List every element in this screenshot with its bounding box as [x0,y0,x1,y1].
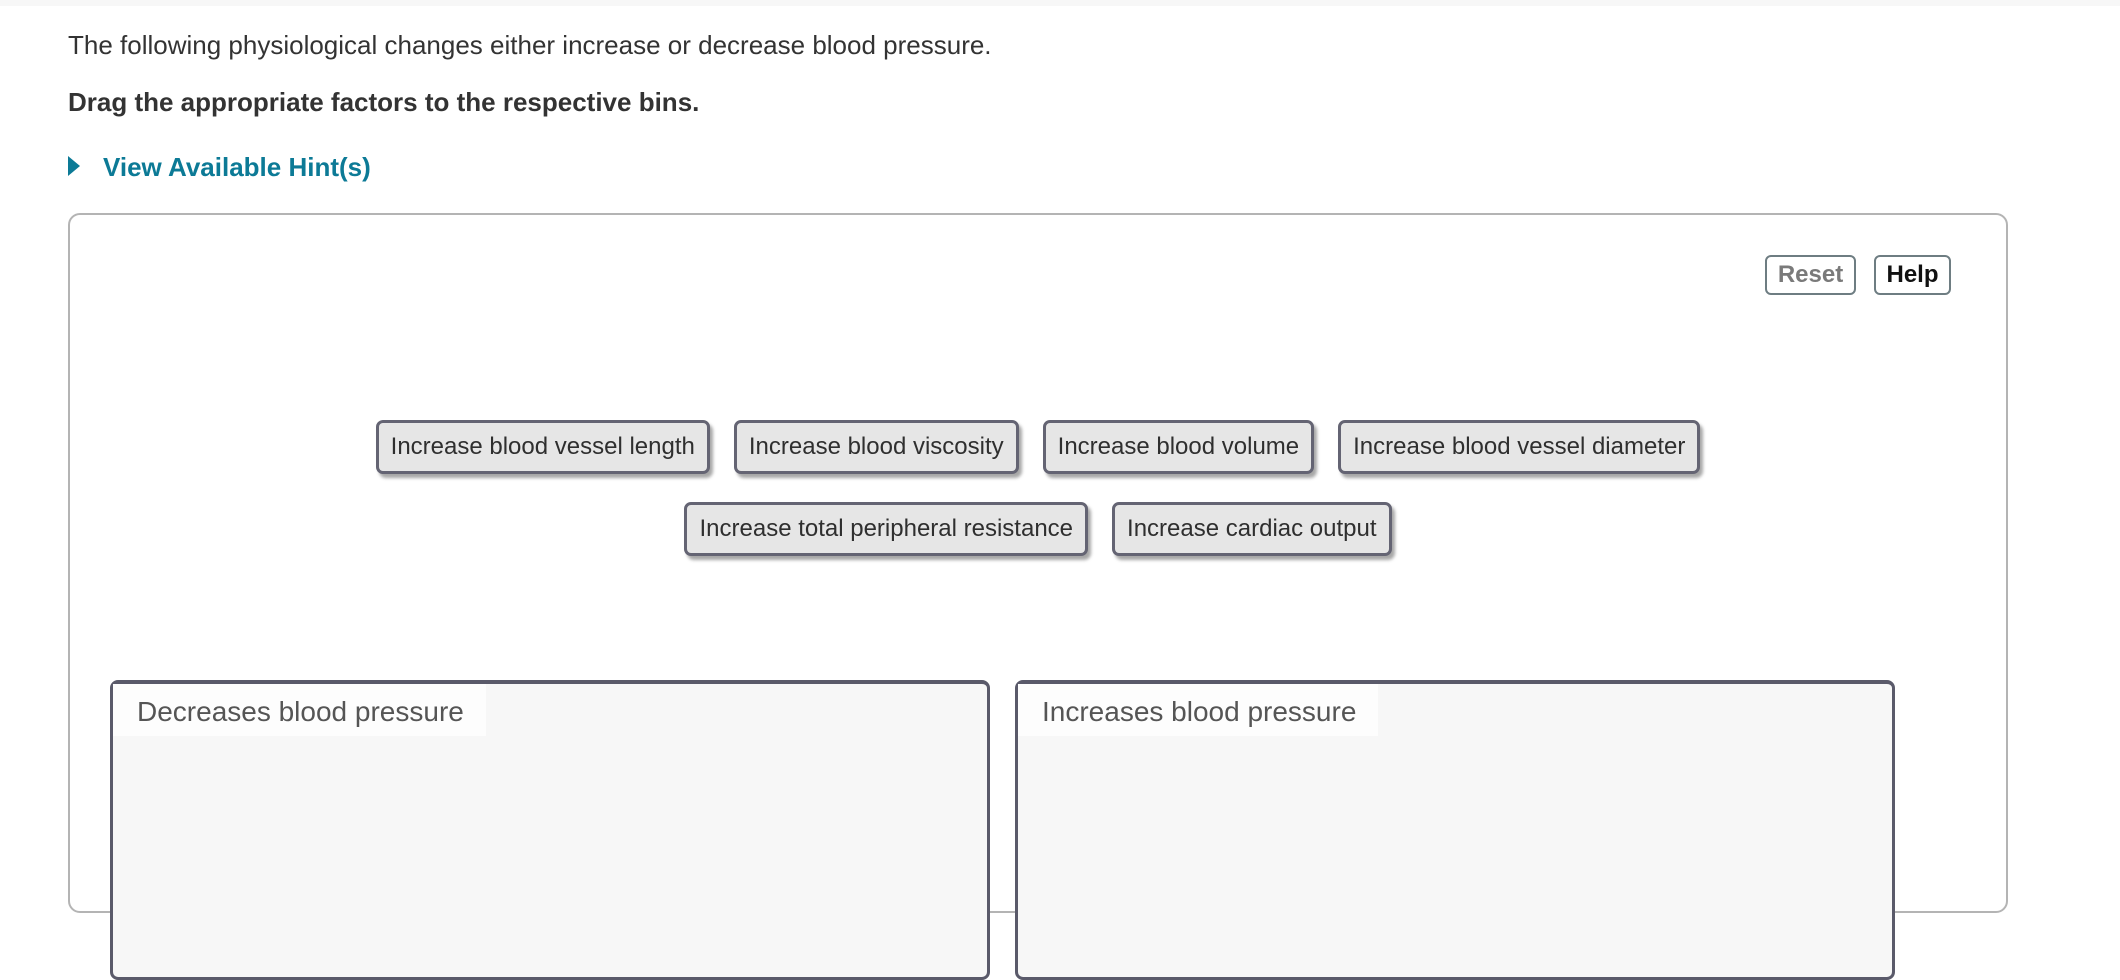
bin-label: Increases blood pressure [1018,684,1379,736]
view-hints-link[interactable]: View Available Hint(s) [68,152,371,183]
help-button[interactable]: Help [1874,255,1951,295]
factor-pool-row-2: Increase total peripheral resistance Inc… [70,502,2006,556]
reset-button[interactable]: Reset [1765,255,1856,295]
factor-chip-cardiac-output[interactable]: Increase cardiac output [1112,502,1392,556]
factor-chip-total-peripheral-resistance[interactable]: Increase total peripheral resistance [684,502,1089,556]
question-instruction: Drag the appropriate factors to the resp… [68,87,700,117]
bin-increases-blood-pressure[interactable]: Increases blood pressure [1015,680,1895,980]
factor-chip-blood-viscosity[interactable]: Increase blood viscosity [733,420,1019,474]
factor-pool-row-1: Increase blood vessel length Increase bl… [70,420,2006,474]
factor-chip-blood-vessel-diameter[interactable]: Increase blood vessel diameter [1338,420,1701,474]
bin-decreases-blood-pressure[interactable]: Decreases blood pressure [110,680,990,980]
question-intro: The following physiological changes eith… [68,30,992,60]
bin-label: Decreases blood pressure [113,684,486,736]
factor-chip-blood-volume[interactable]: Increase blood volume [1042,420,1315,474]
top-bar [0,0,2120,6]
caret-right-icon [68,155,80,176]
factor-chip-blood-vessel-length[interactable]: Increase blood vessel length [375,420,710,474]
view-hints-label: View Available Hint(s) [103,152,371,182]
drag-drop-panel: Reset Help Increase blood vessel length … [68,213,2008,980]
